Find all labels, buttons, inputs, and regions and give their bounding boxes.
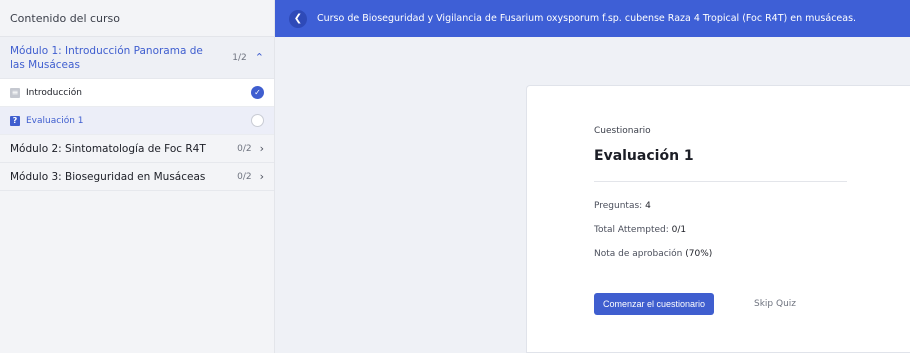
module-1-progress: 1/2 — [232, 52, 247, 63]
lesson-introduccion[interactable]: ≡ Introducción ✓ — [0, 79, 274, 107]
quiz-card: Cuestionario Evaluación 1 Preguntas: 4 T… — [526, 85, 910, 353]
quiz-icon: ? — [10, 115, 20, 126]
attempted-value: 0/1 — [671, 225, 687, 235]
module-2-toggle[interactable]: Módulo 2: Sintomatología de Foc R4T 0/2 … — [0, 135, 274, 163]
lesson-evaluacion-1-label: Evaluación 1 — [26, 115, 84, 126]
course-topbar: ❮ Curso de Bioseguridad y Vigilancia de … — [275, 0, 910, 37]
main-content: Cuestionario Evaluación 1 Preguntas: 4 T… — [275, 37, 910, 353]
attempted-label: Total Attempted: — [594, 225, 669, 235]
document-icon: ≡ — [10, 87, 20, 98]
skip-quiz-link[interactable]: Skip Quiz — [754, 299, 796, 309]
divider — [594, 181, 847, 182]
module-1-toggle[interactable]: Módulo 1: Introducción Panorama de las M… — [0, 37, 274, 79]
quiz-title: Evaluación 1 — [594, 148, 694, 164]
quiz-kicker: Cuestionario — [594, 126, 651, 136]
chevron-right-icon: › — [259, 170, 264, 183]
start-quiz-button[interactable]: Comenzar el cuestionario — [594, 293, 715, 315]
back-arrow-icon[interactable]: ❮ — [289, 9, 307, 28]
module-3-meta: 0/2 › — [237, 170, 264, 183]
passing-grade-info: Nota de aprobación (70%) — [594, 249, 712, 259]
module-1-meta: 1/2 ⌃ — [232, 51, 264, 64]
chevron-right-icon: › — [259, 142, 264, 155]
module-2-meta: 0/2 › — [237, 142, 264, 155]
module-1-title: Módulo 1: Introducción Panorama de las M… — [10, 44, 203, 71]
passing-grade-label: Nota de aprobación — [594, 249, 683, 259]
module-3-title: Módulo 3: Bioseguridad en Musáceas — [10, 170, 206, 183]
module-2-title: Módulo 2: Sintomatología de Foc R4T — [10, 142, 206, 155]
check-circle-icon: ✓ — [251, 86, 264, 99]
lesson-introduccion-label: Introducción — [26, 87, 82, 98]
empty-circle-icon — [251, 114, 264, 127]
attempted-info: Total Attempted: 0/1 — [594, 225, 686, 235]
module-3-progress: 0/2 — [237, 171, 252, 182]
course-sidebar: Contenido del curso Módulo 1: Introducci… — [0, 0, 275, 353]
questions-value: 4 — [645, 201, 651, 211]
module-3-toggle[interactable]: Módulo 3: Bioseguridad en Musáceas 0/2 › — [0, 163, 274, 191]
passing-grade-value: (70%) — [685, 249, 713, 259]
course-title: Curso de Bioseguridad y Vigilancia de Fu… — [317, 13, 857, 24]
questions-label: Preguntas: — [594, 201, 643, 211]
chevron-up-icon: ⌃ — [254, 51, 264, 64]
lesson-evaluacion-1-left: ? Evaluación 1 — [10, 115, 84, 126]
module-2-progress: 0/2 — [237, 143, 252, 154]
questions-info: Preguntas: 4 — [594, 201, 651, 211]
lesson-introduccion-left: ≡ Introducción — [10, 87, 82, 98]
sidebar-header: Contenido del curso — [0, 0, 274, 37]
lesson-evaluacion-1[interactable]: ? Evaluación 1 — [0, 107, 274, 135]
